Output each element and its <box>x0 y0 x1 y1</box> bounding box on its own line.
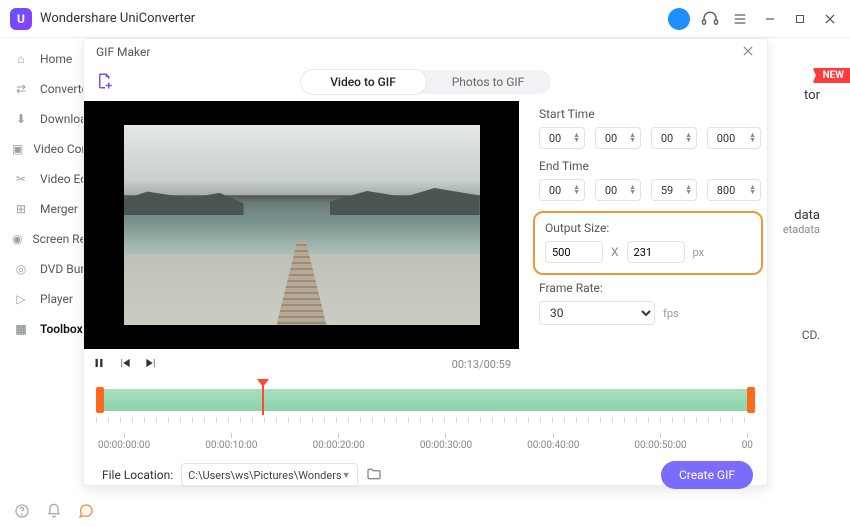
tick-label: 00:00:30:00 <box>420 433 472 451</box>
home-icon: ⌂ <box>12 52 30 66</box>
start-time-label: Start Time <box>539 107 761 121</box>
merge-icon: ⊞ <box>12 202 30 216</box>
app-logo: U <box>10 8 32 30</box>
prev-frame-button[interactable] <box>118 356 132 373</box>
bg-text-fragment: tor <box>804 88 820 103</box>
start-sec-input[interactable] <box>656 132 678 145</box>
start-sec-stepper[interactable]: ▲▼ <box>651 127 697 149</box>
window-maximize-button[interactable] <box>790 9 810 29</box>
end-min-input[interactable] <box>600 184 622 197</box>
timeline-minor-ticks <box>96 417 755 423</box>
modal-title: GIF Maker <box>96 45 150 59</box>
menu-icon[interactable] <box>730 9 750 29</box>
record-icon: ◉ <box>12 232 22 246</box>
tick-label: 00:00:40:00 <box>527 433 579 451</box>
start-ms-input[interactable] <box>712 132 740 145</box>
tab-photos-to-gif[interactable]: Photos to GIF <box>426 70 551 94</box>
gif-maker-modal: GIF Maker Video to GIF Photos to GIF <box>83 38 768 486</box>
add-file-icon[interactable] <box>96 72 116 92</box>
output-size-label: Output Size: <box>545 221 751 235</box>
size-unit-label: px <box>693 246 705 259</box>
tick-label: 00:00:20:00 <box>313 433 365 451</box>
window-minimize-button[interactable] <box>760 9 780 29</box>
user-avatar[interactable] <box>668 8 690 30</box>
start-min-stepper[interactable]: ▲▼ <box>595 127 641 149</box>
frame-rate-label: Frame Rate: <box>539 281 761 295</box>
mode-tabs: Video to GIF Photos to GIF <box>301 70 551 94</box>
next-frame-button[interactable] <box>144 356 158 373</box>
convert-icon: ⇄ <box>12 82 30 96</box>
end-sec-stepper[interactable]: ▲▼ <box>651 179 697 201</box>
bell-icon[interactable] <box>46 503 62 522</box>
sidebar-item-label: Home <box>40 52 72 66</box>
scissors-icon: ✂ <box>12 172 30 186</box>
tab-video-to-gif[interactable]: Video to GIF <box>301 70 426 94</box>
end-time-label: End Time <box>539 159 761 173</box>
bg-cd-fragment: CD. <box>802 328 820 342</box>
create-gif-button[interactable]: Create GIF <box>661 461 753 489</box>
timeline-start-handle[interactable] <box>96 387 104 413</box>
tick-label: 00:00:50:00 <box>634 433 686 451</box>
chevron-down-icon: ▼ <box>342 470 351 481</box>
end-hour-input[interactable] <box>544 184 566 197</box>
size-separator: X <box>611 245 619 259</box>
file-location-select[interactable]: C:\Users\ws\Pictures\Wonders ▼ <box>181 463 357 487</box>
bg-meta-title: data <box>783 208 820 223</box>
feedback-icon[interactable] <box>78 503 94 522</box>
bg-meta-sub: etadata <box>783 223 820 236</box>
start-min-input[interactable] <box>600 132 622 145</box>
download-icon: ⬇ <box>12 112 30 126</box>
video-preview <box>84 101 519 349</box>
end-hour-stepper[interactable]: ▲▼ <box>539 179 585 201</box>
start-hour-input[interactable] <box>544 132 566 145</box>
video-time-display: 00:13/00:59 <box>452 358 511 371</box>
timeline-range <box>96 389 755 411</box>
sidebar-item-label: Player <box>40 292 73 306</box>
file-location-value: C:\Users\ws\Pictures\Wonders <box>188 469 341 482</box>
tick-label: 00:00:00:00 <box>98 433 150 451</box>
toolbox-icon: ▦ <box>12 322 30 336</box>
new-badge: NEW <box>813 68 850 83</box>
modal-close-button[interactable] <box>741 43 755 62</box>
timeline-playhead[interactable] <box>257 379 269 393</box>
start-ms-stepper[interactable]: ▲▼ <box>707 127 761 149</box>
output-width-input[interactable] <box>545 241 603 263</box>
output-size-highlight: Output Size: X px <box>533 211 763 275</box>
pause-button[interactable] <box>92 356 106 373</box>
open-folder-icon[interactable] <box>366 466 382 485</box>
play-icon: ▷ <box>12 292 30 306</box>
tick-label: 00 <box>742 433 753 451</box>
help-icon[interactable] <box>14 503 30 522</box>
end-ms-stepper[interactable]: ▲▼ <box>707 179 761 201</box>
app-title: Wondershare UniConverter <box>40 11 195 26</box>
file-location-label: File Location: <box>102 468 173 482</box>
disc-icon: ◎ <box>12 262 30 276</box>
frame-rate-select[interactable]: 30 <box>539 301 655 325</box>
sidebar-item-label: Merger <box>40 202 78 216</box>
start-hour-stepper[interactable]: ▲▼ <box>539 127 585 149</box>
timeline-ticks: 00:00:00:00 00:00:10:00 00:00:20:00 00:0… <box>96 433 755 451</box>
timeline-end-handle[interactable] <box>747 387 755 413</box>
fps-unit-label: fps <box>663 307 679 320</box>
headset-icon[interactable] <box>700 9 720 29</box>
timeline[interactable] <box>96 385 755 415</box>
window-close-button[interactable] <box>820 9 840 29</box>
tick-label: 00:00:10:00 <box>205 433 257 451</box>
compress-icon: ▣ <box>12 142 23 156</box>
output-height-input[interactable] <box>627 241 685 263</box>
sidebar-item-label: Toolbox <box>40 322 83 336</box>
end-sec-input[interactable] <box>656 184 678 197</box>
end-ms-input[interactable] <box>712 184 740 197</box>
end-min-stepper[interactable]: ▲▼ <box>595 179 641 201</box>
